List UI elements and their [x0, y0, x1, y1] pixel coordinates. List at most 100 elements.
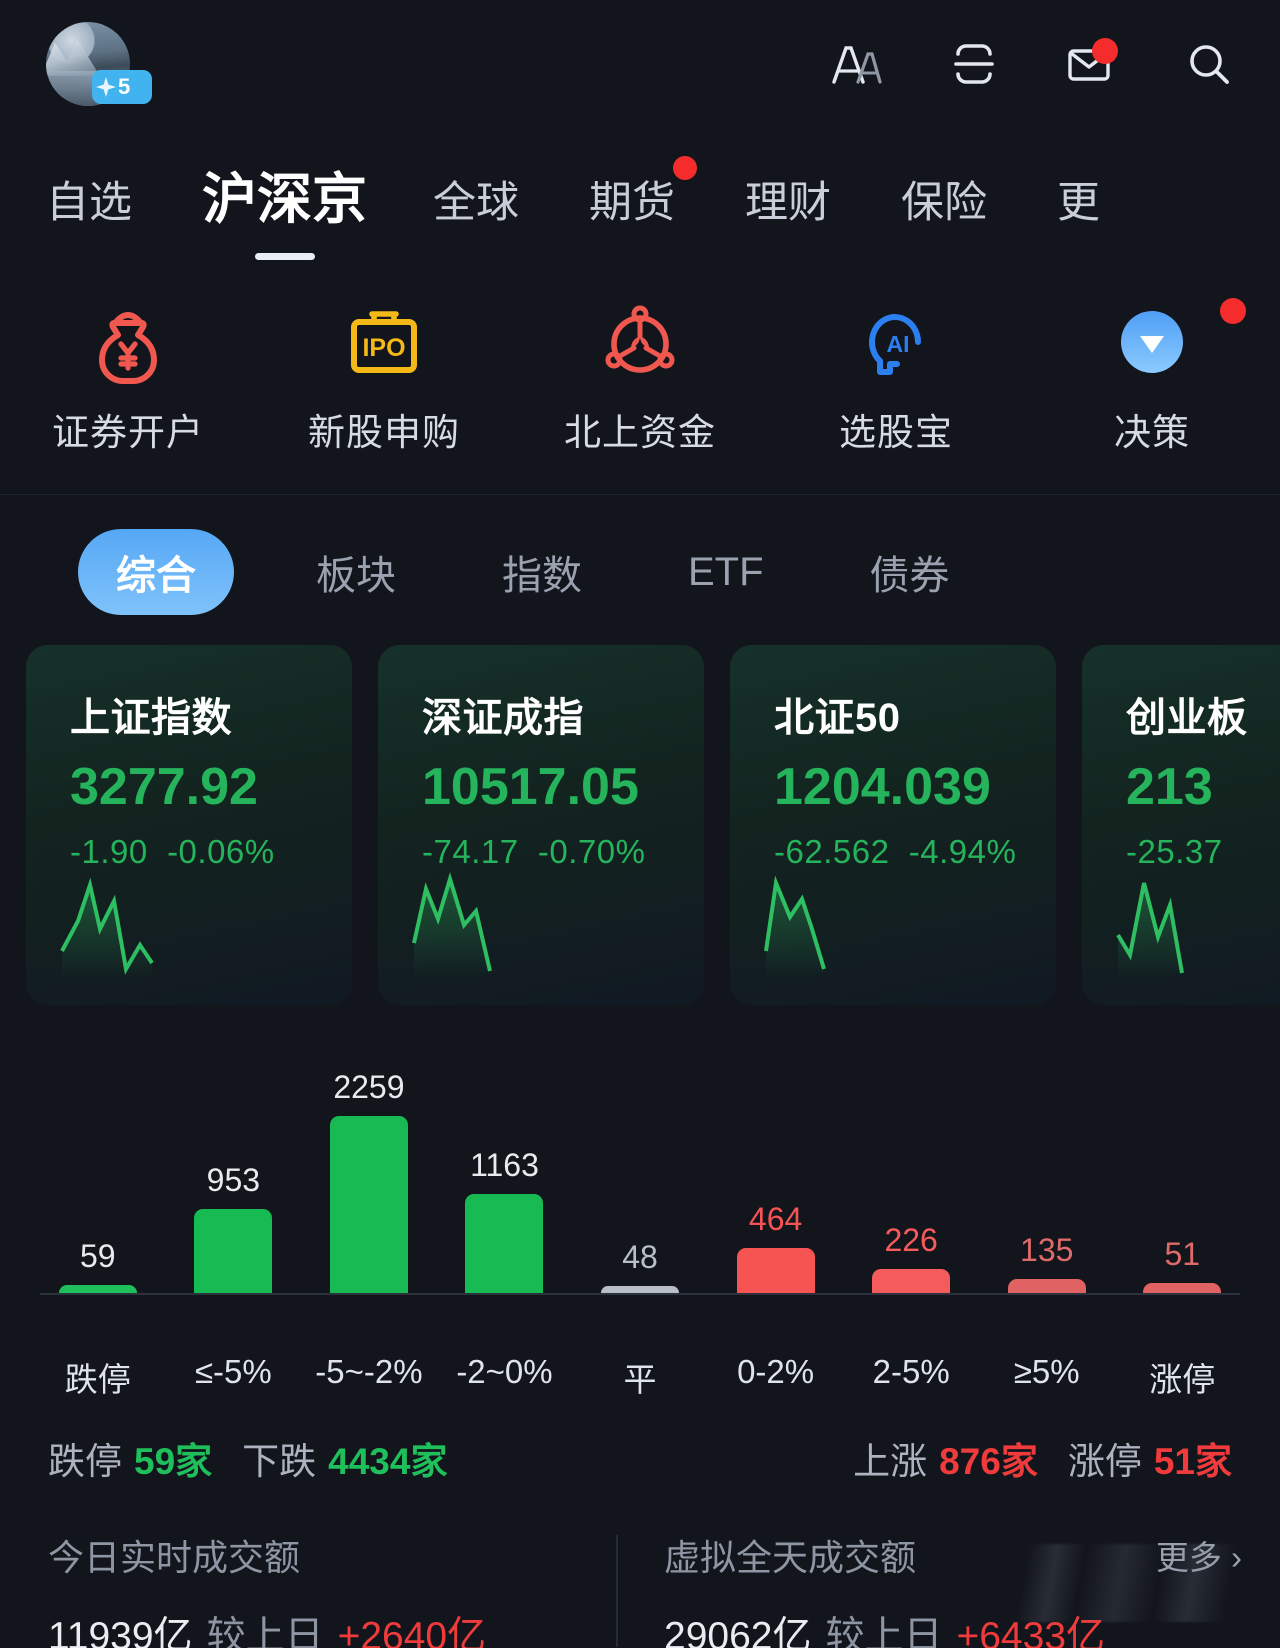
top-icon-group: [828, 36, 1254, 92]
turnover-today-line: 11939亿 较上日 +2640亿: [48, 1605, 616, 1648]
quick-action-open-account[interactable]: 证券开户: [0, 296, 256, 456]
main-nav: 自选 沪深京 全球 期货 理财 保险 更: [0, 128, 1280, 260]
nav-tab-label: 全球: [433, 179, 520, 227]
chart-axis-line: [40, 1293, 1240, 1295]
chart-bar-value: 2259: [333, 1069, 405, 1105]
chart-bars: 59 953 2259 1163 48 464 226 135 51: [30, 1043, 1250, 1293]
tab-etf[interactable]: ETF: [688, 550, 764, 595]
chart-bar-group[interactable]: 953: [166, 1043, 302, 1293]
chart-x-label: 涨停: [1149, 1361, 1216, 1398]
mail-unread-badge: [1092, 38, 1118, 64]
up-label: 上涨: [853, 1441, 928, 1482]
nav-active-underline: [254, 253, 315, 260]
chart-bar-group[interactable]: 51: [1115, 1043, 1251, 1293]
index-card-chuangye[interactable]: 创业板 213 -25.37: [1082, 645, 1280, 1005]
svg-text:IPO: IPO: [362, 334, 405, 362]
nav-tab-baoxian[interactable]: 保险: [901, 168, 987, 244]
limit-down-value: 59家: [134, 1441, 213, 1482]
index-card-shenzhen[interactable]: 深证成指 10517.05 -74.17 -0.70%: [378, 645, 704, 1005]
northbound-capital-icon: [594, 296, 686, 388]
quick-action-label: 证券开户: [52, 412, 204, 453]
quick-action-label: 北上资金: [564, 412, 716, 453]
chart-bar-value: 59: [79, 1238, 116, 1274]
chart-x-label: 0-2%: [737, 1353, 815, 1390]
chart-bar-value: 953: [206, 1162, 261, 1198]
tab-bankuai[interactable]: 板块: [316, 543, 396, 601]
diamond-icon: [96, 77, 116, 97]
nav-tab-qihuo[interactable]: 期货: [589, 156, 698, 244]
tab-zhishu[interactable]: 指数: [502, 543, 582, 601]
chart-x-label: -2~0%: [456, 1353, 553, 1390]
chart-bar: [194, 1209, 273, 1293]
chart-bar: [872, 1269, 951, 1293]
chart-x-label: ≥5%: [1013, 1353, 1080, 1390]
index-card-shanghai[interactable]: 上证指数 3277.92 -1.90 -0.06%: [26, 645, 352, 1005]
chart-x-label: ≤-5%: [194, 1353, 272, 1390]
chart-bar-group[interactable]: 2259: [301, 1043, 437, 1293]
index-card-value: 1204.039: [774, 758, 991, 816]
chart-bar: [601, 1286, 680, 1293]
chart-bar-group[interactable]: 48: [572, 1043, 708, 1293]
quick-action-stock-picker[interactable]: AI 选股宝: [768, 296, 1024, 456]
distribution-bar-chart: 59 953 2259 1163 48 464 226 135 51: [0, 1043, 1280, 1333]
turnover-virtual-value: 29062亿: [664, 1615, 812, 1648]
index-card-name: 深证成指: [422, 696, 584, 740]
chart-bar-value: 226: [884, 1222, 938, 1258]
decision-circle-down-icon: [1106, 296, 1198, 388]
avatar[interactable]: 5: [46, 22, 152, 106]
chart-bar-value: 135: [1020, 1232, 1074, 1268]
index-card-name: 创业板: [1126, 696, 1248, 740]
nav-tab-label: 期货: [589, 179, 676, 227]
quick-action-row: 证券开户 IPO 新股申购 北上资金 AI 选股宝 决策: [0, 244, 1280, 495]
nav-tab-label: 沪深京: [202, 168, 368, 230]
tab-zonghe[interactable]: 综合: [78, 529, 234, 615]
market-breadth-summary: 跌停 59家 下跌 4434家 上涨 876家 涨停 51家: [0, 1401, 1280, 1485]
chart-bar-group[interactable]: 59: [30, 1043, 166, 1293]
quick-action-northbound[interactable]: 北上资金: [512, 296, 768, 456]
turnover-virtual-compare-label: 较上日: [825, 1615, 943, 1648]
chart-bar-group[interactable]: 1163: [437, 1043, 573, 1293]
ai-head-icon: AI: [850, 296, 942, 388]
turnover-today-compare-label: 较上日: [206, 1615, 324, 1648]
nav-tab-zixuan[interactable]: 自选: [46, 168, 132, 244]
turnover-today-delta: +2640亿: [337, 1615, 487, 1648]
mail-icon[interactable]: [1064, 36, 1120, 92]
nav-tab-label: 理财: [745, 179, 832, 227]
chart-bar-value: 51: [1164, 1236, 1201, 1272]
chart-bar-value: 464: [748, 1201, 803, 1237]
font-size-icon[interactable]: [828, 36, 884, 92]
watermark: [1014, 1544, 1244, 1622]
index-card-value: 3277.92: [70, 758, 258, 816]
nav-tab-label: 保险: [901, 179, 988, 227]
down-label: 下跌: [242, 1441, 317, 1482]
avatar-level-badge[interactable]: 5: [92, 70, 152, 104]
quick-action-badge-dot: [1220, 298, 1246, 324]
quick-action-new-share[interactable]: IPO 新股申购: [256, 296, 512, 456]
nav-tab-hushenjing[interactable]: 沪深京: [202, 154, 368, 260]
nav-tab-more[interactable]: 更: [1057, 168, 1100, 244]
nav-tab-licai[interactable]: 理财: [745, 168, 831, 244]
index-card-sparkline: [1116, 882, 1184, 979]
search-icon[interactable]: [1182, 36, 1238, 92]
index-card-row[interactable]: 上证指数 3277.92 -1.90 -0.06% 深证成指 10517.05 …: [0, 645, 1280, 1005]
quick-action-label: 新股申购: [308, 412, 460, 453]
turnover-today[interactable]: 今日实时成交额 11939亿 较上日 +2640亿: [48, 1529, 616, 1648]
chart-bar-group[interactable]: 135: [979, 1043, 1115, 1293]
chart-bar-group[interactable]: 226: [843, 1043, 979, 1293]
quick-action-decision[interactable]: 决策: [1024, 296, 1280, 456]
tab-zhaiquan[interactable]: 债券: [870, 543, 950, 601]
chart-x-label: 平: [623, 1361, 657, 1398]
limit-up-value: 51家: [1153, 1441, 1232, 1482]
chart-bar: [1007, 1279, 1086, 1293]
quick-action-label: 决策: [1114, 412, 1190, 453]
svg-text:AI: AI: [887, 331, 910, 357]
ipo-board-icon: IPO: [338, 296, 430, 388]
chart-bar-group[interactable]: 464: [708, 1043, 844, 1293]
nav-tab-label: 自选: [46, 179, 132, 227]
quick-action-label: 选股宝: [839, 412, 953, 453]
chart-x-label: 跌停: [64, 1361, 131, 1398]
card-stack-icon[interactable]: [946, 36, 1002, 92]
nav-tab-quanqiu[interactable]: 全球: [433, 168, 519, 244]
index-card-beijing50[interactable]: 北证50 1204.039 -62.562 -4.94%: [730, 645, 1056, 1005]
down-value: 4434家: [328, 1441, 448, 1482]
